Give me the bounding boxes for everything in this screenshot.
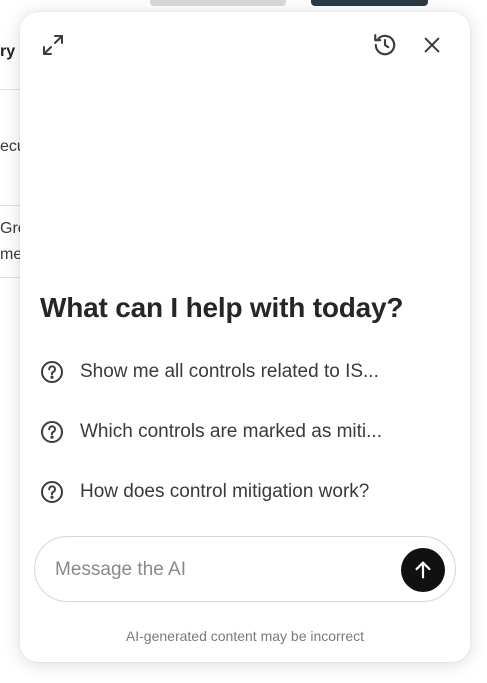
background-button — [150, 0, 286, 6]
expand-button[interactable] — [37, 29, 69, 61]
suggestion-text: Show me all controls related to IS... — [80, 361, 379, 382]
message-composer — [34, 536, 456, 602]
background-text-fragment: me — [0, 246, 22, 263]
question-circle-icon — [41, 481, 63, 503]
suggestion-item[interactable]: Show me all controls related to IS... — [40, 356, 440, 388]
page-title: What can I help with today? — [40, 292, 404, 323]
background-primary-button — [311, 0, 428, 6]
close-button[interactable] — [416, 29, 448, 61]
send-button[interactable] — [401, 548, 445, 592]
suggestion-item[interactable]: How does control mitigation work? — [40, 476, 440, 508]
suggestion-list: Show me all controls related to IS... Wh… — [40, 356, 440, 536]
suggestion-item[interactable]: Which controls are marked as miti... — [40, 416, 440, 448]
ai-assistant-panel: What can I help with today? Show me all … — [20, 12, 470, 662]
close-icon — [424, 37, 440, 53]
arrow-up-icon — [415, 561, 431, 579]
ai-disclaimer: AI-generated content may be incorrect — [125, 628, 365, 644]
background-heading-fragment: ry — [0, 43, 16, 60]
question-circle-icon — [41, 361, 63, 383]
question-circle-icon — [41, 421, 63, 443]
history-icon — [374, 34, 396, 56]
expand-icon — [43, 35, 63, 55]
history-button[interactable] — [369, 29, 401, 61]
message-input[interactable] — [55, 554, 375, 586]
background-text-fragment: ecu — [0, 138, 22, 155]
background-text-fragment: Gro — [0, 220, 22, 237]
suggestion-text: Which controls are marked as miti... — [80, 421, 382, 442]
suggestion-text: How does control mitigation work? — [80, 481, 370, 502]
